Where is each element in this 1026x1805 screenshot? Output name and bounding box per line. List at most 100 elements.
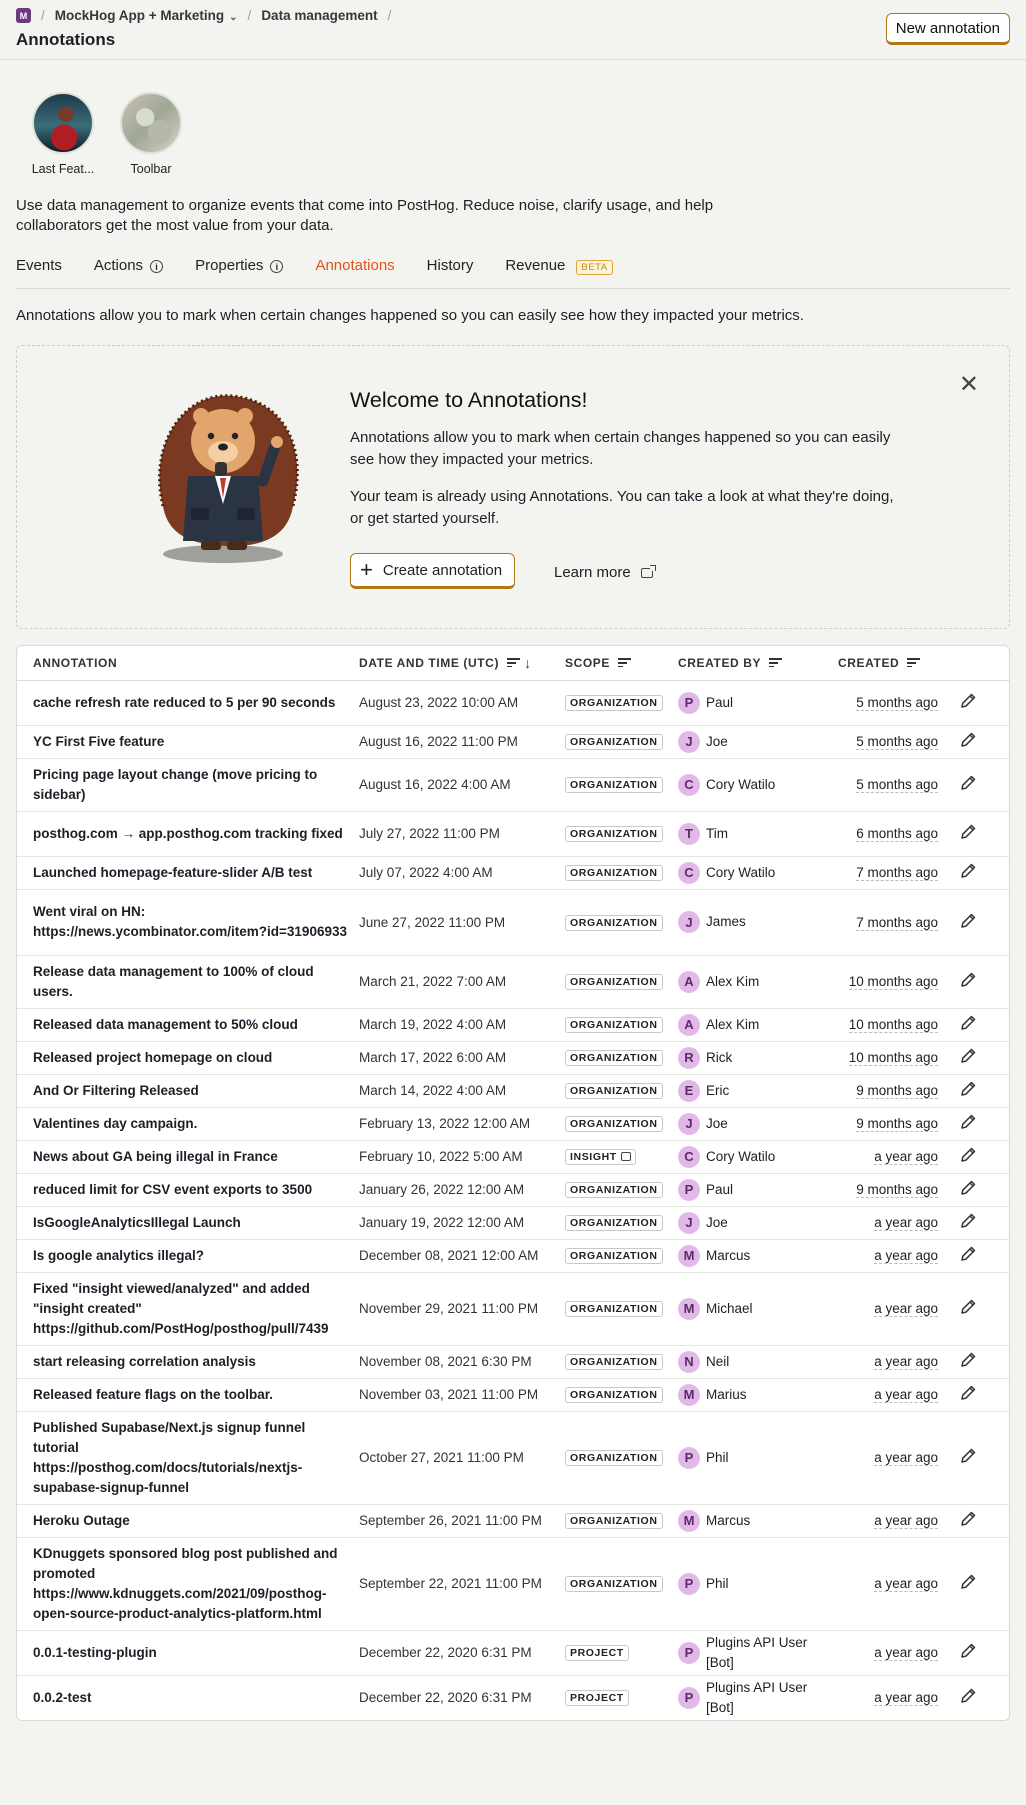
page-description: Use data management to organize events t… [16, 197, 714, 234]
pencil-icon[interactable] [958, 1046, 978, 1066]
annotation-creator: P Paul [678, 1172, 838, 1206]
table-row[interactable]: posthog.com → app.posthog.com tracking f… [17, 810, 1009, 856]
shortcut-last-feature[interactable]: Last Feat... [28, 92, 98, 176]
info-icon[interactable]: i [270, 260, 284, 273]
scope-badge[interactable]: INSIGHT [565, 1149, 636, 1165]
breadcrumb-project[interactable]: MockHog App + Marketing ⌄ [55, 8, 238, 23]
table-row[interactable]: Is google analytics illegal? December 08,… [17, 1238, 1009, 1272]
pencil-icon[interactable] [958, 822, 978, 842]
pencil-icon[interactable] [958, 861, 978, 881]
table-row[interactable]: start releasing correlation analysis Nove… [17, 1344, 1009, 1378]
pencil-icon[interactable] [958, 1446, 978, 1466]
tab-actions[interactable]: Actions i [94, 257, 164, 288]
annotation-created: 9 months ago [838, 1172, 958, 1206]
tab-bar: Events Actions i Properties i Annotations … [16, 257, 1010, 289]
welcome-title: Welcome to Annotations! [350, 388, 588, 412]
annotation-created: 5 months ago [838, 757, 958, 811]
shortcut-label: Toolbar [130, 162, 172, 176]
table-row[interactable]: Released data management to 50% cloud Mar… [17, 1007, 1009, 1041]
pencil-icon[interactable] [958, 773, 978, 793]
table-row[interactable]: Fixed "insight viewed/analyzed" and adde… [17, 1271, 1009, 1345]
breadcrumb-section[interactable]: Data management [261, 8, 377, 23]
scope-badge: ORGANIZATION [565, 1387, 663, 1403]
pencil-icon[interactable] [958, 1145, 978, 1165]
close-icon[interactable]: ✕ [959, 373, 979, 397]
table-row[interactable]: YC First Five feature August 16, 2022 11:… [17, 724, 1009, 758]
annotation-actions [958, 1271, 1009, 1345]
tab-properties[interactable]: Properties i [195, 257, 284, 288]
pencil-icon[interactable] [958, 691, 978, 711]
annotation-scope: ORGANIZATION [565, 1172, 678, 1206]
table-row[interactable]: IsGoogleAnalyticsIllegal Launch January 1… [17, 1205, 1009, 1239]
annotation-actions [958, 1410, 1009, 1504]
table-row[interactable]: reduced limit for CSV event exports to 3… [17, 1172, 1009, 1206]
shortcut-toolbar[interactable]: Toolbar [116, 92, 186, 176]
annotation-content: Released feature flags on the toolbar. [17, 1377, 359, 1411]
pencil-icon[interactable] [958, 1178, 978, 1198]
column-header-scope[interactable]: SCOPE [565, 646, 678, 681]
table-row[interactable]: Release data management to 100% of cloud… [17, 954, 1009, 1008]
scope-badge: ORGANIZATION [565, 914, 663, 931]
column-header-created[interactable]: CREATED [838, 646, 958, 681]
annotation-created: 9 months ago [838, 1106, 958, 1140]
column-header-created-by[interactable]: CREATED BY [678, 646, 838, 681]
table-row[interactable]: Released project homepage on cloud March … [17, 1040, 1009, 1074]
tab-history[interactable]: History [427, 257, 474, 288]
tab-events[interactable]: Events [16, 257, 62, 288]
table-row[interactable]: Heroku Outage September 26, 2021 11:00 PM… [17, 1503, 1009, 1537]
pencil-icon[interactable] [958, 1509, 978, 1529]
pencil-icon[interactable] [958, 1383, 978, 1403]
arrow-down-icon: ↓ [524, 654, 532, 671]
create-annotation-button[interactable]: + Create annotation [350, 553, 516, 589]
table-row[interactable]: 0.0.2-test December 22, 2020 6:31 PM PROJE… [17, 1674, 1009, 1720]
learn-more-link[interactable]: Learn more [554, 564, 656, 581]
avatar: P [678, 691, 700, 714]
annotation-content: Launched homepage-feature-slider A/B tes… [17, 855, 359, 889]
pencil-icon[interactable] [958, 1686, 978, 1706]
annotation-content: Fixed "insight viewed/analyzed" and adde… [17, 1271, 359, 1345]
table-row[interactable]: Released feature flags on the toolbar. No… [17, 1377, 1009, 1411]
annotation-created: a year ago [838, 1629, 958, 1675]
table-row[interactable]: Went viral on HN: https://news.ycombinat… [17, 888, 1009, 955]
table-row[interactable]: 0.0.1-testing-plugin December 22, 2020 6:… [17, 1629, 1009, 1675]
creator-name: Alex Kim [706, 1016, 760, 1032]
annotation-scope: ORGANIZATION [565, 757, 678, 811]
pencil-icon[interactable] [958, 1572, 978, 1592]
table-row[interactable]: Published Supabase/Next.js signup funnel… [17, 1410, 1009, 1504]
pencil-icon[interactable] [958, 1112, 978, 1132]
annotation-creator: J Joe [678, 724, 838, 758]
tab-revenue[interactable]: Revenue BETA [505, 257, 613, 288]
annotation-actions [958, 1503, 1009, 1537]
tab-annotations[interactable]: Annotations [315, 257, 394, 288]
pencil-icon[interactable] [958, 1013, 978, 1033]
new-annotation-button[interactable]: New annotation [885, 13, 1010, 45]
table-row[interactable]: Valentines day campaign. February 13, 202… [17, 1106, 1009, 1140]
annotation-creator: A Alex Kim [678, 954, 838, 1008]
table-row[interactable]: cache refresh rate reduced to 5 per 90 s… [17, 680, 1009, 725]
annotation-scope: ORGANIZATION [565, 1344, 678, 1378]
pencil-icon[interactable] [958, 1297, 978, 1317]
scope-badge: ORGANIZATION [565, 1050, 663, 1066]
pencil-icon[interactable] [958, 1641, 978, 1661]
pencil-icon[interactable] [958, 1079, 978, 1099]
annotation-created: 10 months ago [838, 1007, 958, 1041]
scope-badge: ORGANIZATION [565, 1083, 663, 1099]
table-row[interactable]: Pricing page layout change (move pricing… [17, 757, 1009, 811]
annotation-scope: ORGANIZATION [565, 1410, 678, 1504]
pencil-icon[interactable] [958, 970, 978, 990]
pencil-icon[interactable] [958, 1350, 978, 1370]
annotation-actions [958, 724, 1009, 758]
pencil-icon[interactable] [958, 911, 978, 931]
table-row[interactable]: News about GA being illegal in France Feb… [17, 1139, 1009, 1173]
info-icon[interactable]: i [150, 260, 164, 273]
avatar: M [678, 1383, 700, 1406]
table-row[interactable]: And Or Filtering Released March 14, 2022 … [17, 1073, 1009, 1107]
pencil-icon[interactable] [958, 1244, 978, 1264]
pencil-icon[interactable] [958, 730, 978, 750]
annotation-actions [958, 1139, 1009, 1173]
table-row[interactable]: Launched homepage-feature-slider A/B tes… [17, 855, 1009, 889]
table-row[interactable]: KDnuggets sponsored blog post published … [17, 1536, 1009, 1630]
annotation-date: June 27, 2022 11:00 PM [359, 888, 565, 955]
pencil-icon[interactable] [958, 1211, 978, 1231]
column-header-date[interactable]: DATE AND TIME (UTC) ↓ [359, 646, 565, 681]
